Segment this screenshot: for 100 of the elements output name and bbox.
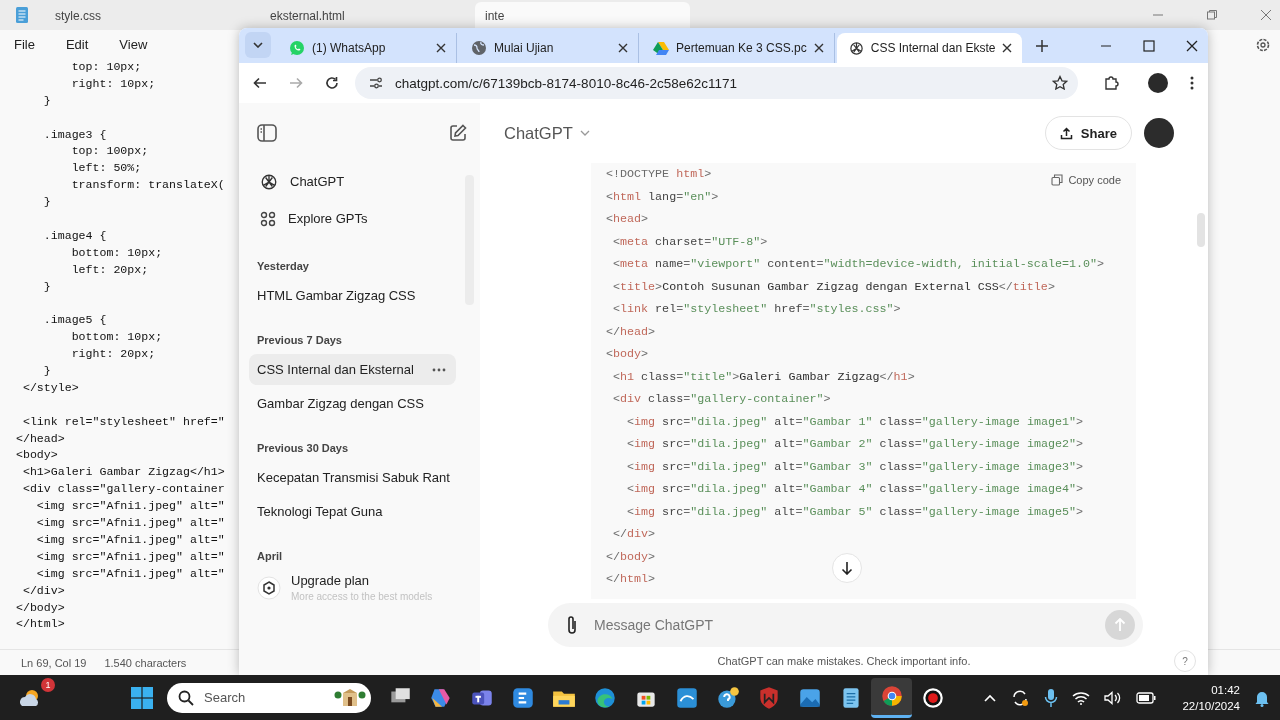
- more-icon[interactable]: [432, 367, 446, 372]
- building-icon: [333, 686, 367, 709]
- disclaimer-text: ChatGPT can make mistakes. Check important info.: [717, 655, 971, 667]
- code-line: transform: translateX(: [70, 177, 226, 194]
- chat-history-item[interactable]: CSS Internal dan Eksternal: [249, 354, 456, 385]
- menu-item[interactable]: View: [119, 37, 148, 52]
- code-line: </html>: [16, 616, 66, 633]
- code-line: <meta charset="UTF-8">: [612, 233, 768, 251]
- close-icon[interactable]: [1186, 39, 1198, 52]
- search-box[interactable]: Search: [167, 682, 371, 713]
- code-line: <body>: [606, 346, 649, 363]
- code-line: left: 20px;: [70, 261, 150, 278]
- code-line: <img src="dila.jpeg" alt="Gambar 4" class="gallery-image image4">: [626, 481, 1083, 498]
- close-icon[interactable]: [618, 43, 628, 53]
- code-line: <title>Contoh Susunan Gambar Zigzag dengan External CSS</title>: [612, 278, 1055, 296]
- chat-history-item[interactable]: Kecepatan Transmisi Sabuk Rant: [249, 462, 456, 493]
- search-field[interactable]: Search: [202, 689, 325, 706]
- browser-tab[interactable]: (1) WhatsApp: [277, 33, 457, 63]
- close-icon[interactable]: [813, 43, 824, 53]
- help-button[interactable]: ?: [1174, 650, 1196, 672]
- copy-code-button[interactable]: Copy code: [1051, 174, 1121, 186]
- section-heading: Previous 30 Days: [256, 441, 350, 456]
- code-line: }: [42, 363, 52, 380]
- maximize-icon[interactable]: [1143, 39, 1155, 52]
- new-tab-icon[interactable]: [1036, 40, 1049, 52]
- code-line: <img src="dila.jpeg" alt="Gambar 5" class="gallery-image image5">: [626, 503, 1083, 521]
- code-line: .image3 {: [42, 126, 108, 143]
- model-selector[interactable]: ChatGPT: [504, 123, 590, 143]
- code-line: </div>: [612, 526, 656, 543]
- paperclip-icon[interactable]: [566, 615, 578, 635]
- code-line: <head>: [606, 211, 649, 228]
- editor-tab[interactable]: eksternal.html: [260, 0, 475, 30]
- sidebar-link[interactable]: Explore GPTs: [249, 200, 448, 237]
- code-line: <img src="Afni1.jpeg" alt=": [35, 531, 226, 548]
- chevron-up-icon[interactable]: [984, 693, 997, 702]
- profile-avatar[interactable]: [1144, 118, 1174, 148]
- grid-icon: [260, 210, 276, 227]
- code-line: <h1 class="title">Galeri Gambar Zigzag</h1>: [612, 368, 915, 386]
- back-icon[interactable]: [253, 76, 267, 90]
- tab-search-button[interactable]: [245, 32, 271, 58]
- code-line: <img src="dila.jpeg" alt="Gambar 1" class="gallery-image image1">: [626, 413, 1083, 431]
- chat-history-item[interactable]: Gambar Zigzag dengan CSS: [249, 388, 456, 419]
- new-chat-icon[interactable]: [449, 124, 467, 142]
- message-box[interactable]: Message ChatGPT: [548, 603, 1143, 647]
- code-line: <img src="Afni1.jpeg" alt=": [35, 565, 226, 582]
- code-line: right: 10px;: [70, 75, 157, 92]
- volume-icon[interactable]: [1104, 690, 1123, 705]
- code-line: left: 50%;: [70, 160, 143, 177]
- code-line: <img src="dila.jpeg" alt="Gambar 2" class="gallery-image image2">: [626, 436, 1083, 453]
- browser-tab[interactable]: CSS Internal dan Ekste: [836, 33, 1023, 63]
- microphone-icon[interactable]: [1044, 687, 1059, 708]
- code-line: </body>: [606, 548, 656, 566]
- arrow-down-icon: [841, 561, 853, 575]
- code-line: top: 100px;: [70, 143, 150, 160]
- code-line: }: [42, 92, 52, 109]
- site-settings-icon[interactable]: [369, 77, 383, 89]
- clock[interactable]: 01:42 22/10/2024: [1182, 681, 1240, 714]
- editor-tab[interactable]: style.css: [45, 0, 260, 30]
- battery-icon[interactable]: [1136, 691, 1157, 704]
- section-heading: Previous 7 Days: [256, 333, 343, 348]
- bookmark-star-icon[interactable]: [1052, 75, 1068, 91]
- code-line: <link rel="stylesheet" href=": [21, 413, 226, 430]
- puzzle-icon[interactable]: [1104, 75, 1120, 91]
- menu-item[interactable]: File: [14, 37, 35, 52]
- sidebar-toggle-icon[interactable]: [257, 124, 277, 142]
- close-icon[interactable]: [436, 43, 446, 53]
- browser-tab[interactable]: Pertemuan Ke 3 CSS.pc: [641, 33, 835, 63]
- chat-history-item[interactable]: HTML Gambar Zigzag CSS: [249, 280, 456, 311]
- close-icon[interactable]: [1002, 43, 1013, 53]
- menu-item[interactable]: Edit: [65, 37, 89, 52]
- chat-bubble-icon: [289, 40, 305, 56]
- code-line: <html lang="en">: [606, 188, 719, 206]
- status-text: 1.540 characters: [104, 656, 187, 669]
- scrollbar[interactable]: [1197, 213, 1205, 247]
- more-icon[interactable]: [1190, 76, 1194, 90]
- windows-start-icon[interactable]: [131, 686, 153, 709]
- wifi-icon[interactable]: [1072, 690, 1091, 705]
- browser-tab[interactable]: Mulai Ujian: [459, 33, 639, 63]
- code-line: </style>: [21, 379, 80, 396]
- code-line: right: 20px;: [70, 346, 157, 363]
- restore-icon[interactable]: [1206, 9, 1218, 21]
- share-icon: [1059, 126, 1073, 140]
- editor-tab[interactable]: inte: [475, 2, 690, 30]
- settings-icon[interactable]: [1255, 36, 1271, 53]
- chat-history-item[interactable]: Teknologi Tepat Guna: [249, 496, 456, 527]
- globe-icon: [471, 40, 487, 56]
- message-field[interactable]: Message ChatGPT: [592, 616, 1091, 634]
- code-line: <div class="gallery-container: [21, 481, 226, 498]
- code-line: </head>: [606, 323, 656, 341]
- sidebar-link[interactable]: ChatGPT: [249, 163, 448, 200]
- share-button[interactable]: Share: [1044, 116, 1132, 150]
- section-heading: Yesterday: [256, 259, 310, 274]
- code-line: <meta name="viewport" content="width=device-width, initial-scale=1.0">: [612, 256, 1104, 273]
- profile-avatar[interactable]: [1148, 73, 1168, 93]
- reload-icon[interactable]: [325, 76, 339, 90]
- copy-icon: [1051, 174, 1064, 186]
- code-line: <img src="Afni1.jpeg" alt=": [35, 515, 226, 532]
- code-line: .image4 {: [42, 227, 108, 244]
- code-line: </div>: [21, 582, 66, 599]
- address-bar[interactable]: chatgpt.com/c/67139bcb-8174-8010-8c46-2c58e62c1171: [355, 67, 1078, 99]
